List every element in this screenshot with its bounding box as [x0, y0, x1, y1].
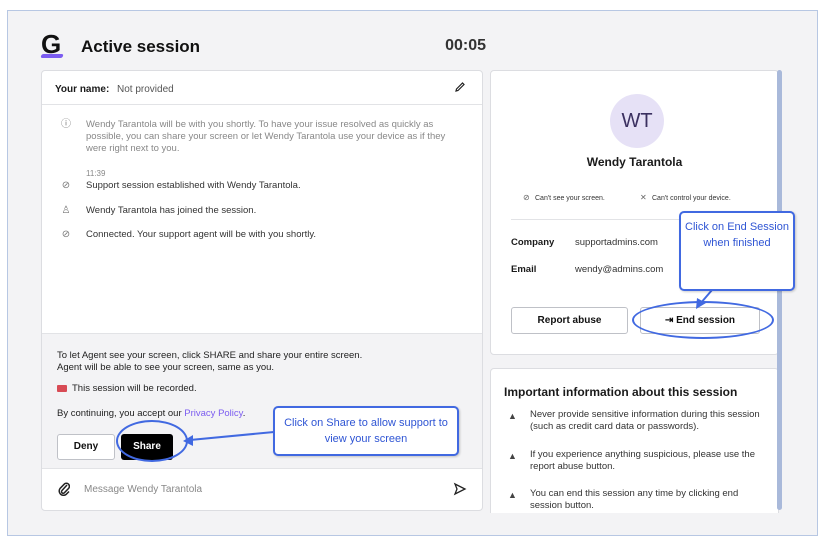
check-circle-icon: ⊘ [61, 180, 71, 191]
end-session-highlight [632, 301, 774, 339]
share-prompt-detail: Agent will be able to see your screen, s… [57, 362, 275, 373]
info-icon: ⓘ [61, 119, 71, 130]
privacy-notice: By continuing, you accept our Privacy Po… [57, 408, 246, 419]
info-item: You can end this session any time by cli… [530, 488, 739, 511]
report-abuse-button[interactable]: Report abuse [511, 307, 628, 334]
session-timer: 00:05 [445, 37, 486, 54]
deny-button[interactable]: Deny [57, 434, 115, 460]
warning-icon: ▲ [508, 490, 517, 500]
company-label: Company [511, 237, 555, 248]
name-label: Your name: [55, 84, 110, 95]
company-value: supportadmins.com [575, 237, 658, 248]
record-icon [57, 384, 67, 392]
info-panel: Important information about this session… [490, 368, 779, 513]
recorded-notice: This session will be recorded. [57, 383, 197, 395]
event-message: Support session established with Wendy T… [86, 180, 301, 191]
privacy-policy-link[interactable]: Privacy Policy [184, 408, 242, 419]
agent-name: Wendy Tarantola [586, 155, 683, 169]
end-session-callout: Click on End Session when finished [679, 211, 795, 291]
message-timestamp: 11:39 [86, 169, 106, 178]
warning-icon: ▲ [508, 451, 517, 461]
name-bar: Your name: Not provided [42, 71, 482, 105]
info-title: Important information about this session [504, 385, 738, 399]
message-input[interactable]: Message Wendy Tarantola [84, 484, 202, 495]
name-value: Not provided [117, 84, 174, 95]
share-prompt: To let Agent see your screen, click SHAR… [57, 350, 363, 361]
info-item: If you experience anything suspicious, p… [530, 449, 755, 472]
screen-permission: ⊘ Can't see your screen. [523, 193, 605, 202]
email-label: Email [511, 264, 537, 275]
email-value: wendy@admins.com [575, 264, 664, 275]
send-icon[interactable] [453, 482, 467, 496]
info-item: Never provide sensitive information duri… [530, 409, 760, 432]
page-title: Active session [81, 37, 201, 56]
no-view-icon: ⊘ [523, 193, 530, 202]
control-permission: ✕ Can't control your device. [640, 193, 731, 202]
avatar: WT [610, 94, 664, 148]
message-composer: Message Wendy Tarantola [42, 470, 482, 510]
header: G Active session 00:05 [40, 31, 486, 60]
brand-logo: G [40, 31, 64, 60]
no-control-icon: ✕ [640, 193, 647, 202]
share-highlight [116, 420, 188, 462]
user-joined-icon: ♙ [61, 205, 71, 216]
attachment-icon[interactable] [58, 482, 70, 496]
check-circle-icon: ⊘ [61, 229, 71, 240]
edit-pencil-icon[interactable] [454, 81, 466, 93]
event-message: Connected. Your support agent will be wi… [86, 229, 317, 240]
share-callout: Click on Share to allow support to view … [273, 406, 459, 456]
info-message: Wendy Tarantola will be with you shortly… [86, 119, 446, 154]
event-message: Wendy Tarantola has joined the session. [86, 205, 257, 216]
warning-icon: ▲ [508, 411, 517, 421]
